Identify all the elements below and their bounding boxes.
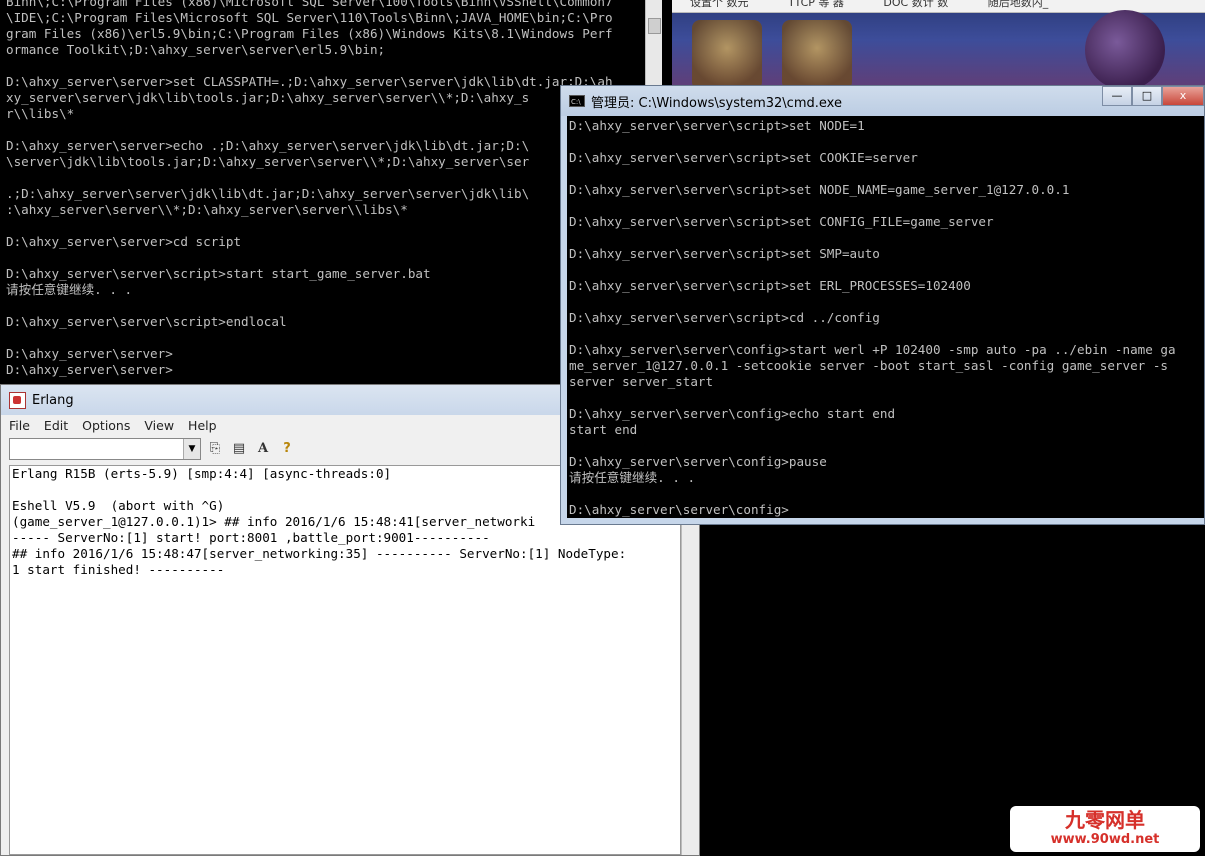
console-line: D:\ahxy_server\server\script>set SMP=aut… xyxy=(569,246,880,261)
active-cmd-window[interactable]: C:\ 管理员: C:\Windows\system32\cmd.exe — □… xyxy=(560,85,1205,525)
console-line: \server\jdk\lib\tools.jar;D:\ahxy_server… xyxy=(6,154,530,169)
console-line: me_server_1@127.0.0.1 -setcookie server … xyxy=(569,358,1168,373)
menu-help[interactable]: Help xyxy=(188,418,217,433)
console-line: D:\ahxy_server\server> xyxy=(6,346,173,361)
console-line: D:\ahxy_server\server\config>start werl … xyxy=(569,342,1176,357)
cmd-app-icon: C:\ xyxy=(569,95,585,107)
console-line: D:\ahxy_server\server>set CLASSPATH=.;D:… xyxy=(6,74,613,89)
console-line: D:\ahxy_server\server\config>pause xyxy=(569,454,827,469)
console-line: Eshell V5.9 (abort with ^G) xyxy=(12,498,225,513)
console-line: gram Files (x86)\erl5.9\bin;C:\Program F… xyxy=(6,26,613,41)
console-line: D:\ahxy_server\server\script>start start… xyxy=(6,266,431,281)
console-line: 请按任意键继续. . . xyxy=(6,282,133,297)
console-line: start end xyxy=(569,422,638,437)
watermark-title: 九零网单 xyxy=(1065,808,1145,832)
console-line: 1 start finished! ---------- xyxy=(12,562,225,577)
paste-icon[interactable]: ▤ xyxy=(229,439,249,459)
console-line: \IDE\;C:\Program Files\Microsoft SQL Ser… xyxy=(6,10,613,25)
console-line: D:\ahxy_server\server>echo .;D:\ahxy_ser… xyxy=(6,138,530,153)
console-line: D:\ahxy_server\server\config>echo start … xyxy=(569,406,896,421)
erlang-app-icon xyxy=(9,391,26,409)
wallpaper-decoration xyxy=(692,20,762,90)
cmd-console[interactable]: D:\ahxy_server\server\script>set NODE=1 D… xyxy=(567,116,1204,518)
menu-options[interactable]: Options xyxy=(82,418,130,433)
console-line: (game_server_1@127.0.0.1)1> ## info 2016… xyxy=(12,514,536,529)
console-line: D:\ahxy_server\server\script>set NODE_NA… xyxy=(569,182,1070,197)
help-icon[interactable]: ? xyxy=(277,439,297,459)
console-line: D:\ahxy_server\server\script>set COOKIE=… xyxy=(569,150,918,165)
console-line: Binn\;C:\Program Files (x86)\Microsoft S… xyxy=(6,0,613,9)
wallpaper-decoration xyxy=(1085,10,1165,90)
history-dropdown[interactable]: ▼ xyxy=(9,438,201,460)
window-controls: — □ x xyxy=(1102,86,1204,106)
console-line: D:\ahxy_server\server> xyxy=(6,362,173,377)
console-line: D:\ahxy_server\server\script>set NODE=1 xyxy=(569,118,865,133)
chevron-down-icon[interactable]: ▼ xyxy=(183,439,200,459)
copy-icon[interactable]: ⎘ xyxy=(205,439,225,459)
desktop-bar-item[interactable]: 设置个 数元 xyxy=(690,0,749,9)
background-cmd-output: Binn\;C:\Program Files (x86)\Microsoft S… xyxy=(6,0,613,378)
console-line: .;D:\ahxy_server\server\jdk\lib\dt.jar;D… xyxy=(6,186,530,201)
console-line: ## info 2016/1/6 15:48:47[server_network… xyxy=(12,546,627,561)
cmd-console-output: D:\ahxy_server\server\script>set NODE=1 D… xyxy=(569,118,1176,518)
console-line: ormance Toolkit\;D:\ahxy_server\server\e… xyxy=(6,42,386,57)
cmd-window-title: 管理员: C:\Windows\system32\cmd.exe xyxy=(591,95,842,111)
erlang-shell-text: Erlang R15B (erts-5.9) [smp:4:4] [async-… xyxy=(12,466,626,578)
font-icon[interactable]: A xyxy=(253,439,273,459)
console-line: D:\ahxy_server\server\config> xyxy=(569,502,789,517)
menu-view[interactable]: View xyxy=(144,418,174,433)
console-line: D:\ahxy_server\server\script>cd ../confi… xyxy=(569,310,880,325)
console-line: D:\ahxy_server\server\script>endlocal xyxy=(6,314,287,329)
menu-edit[interactable]: Edit xyxy=(44,418,68,433)
console-line: Erlang R15B (erts-5.9) [smp:4:4] [async-… xyxy=(12,466,392,481)
desktop-bar-item[interactable]: DOC 数计 数 xyxy=(883,0,948,9)
maximize-button[interactable]: □ xyxy=(1132,86,1162,106)
console-line: ----- ServerNo:[1] start! port:8001 ,bat… xyxy=(12,530,490,545)
watermark-logo: 九零网单 www.90wd.net xyxy=(1010,806,1200,852)
console-line: 请按任意键继续. . . xyxy=(569,470,696,485)
console-line: server server_start xyxy=(569,374,714,389)
desktop-bar-item[interactable]: TTCP 等 器 xyxy=(788,0,844,9)
console-line: D:\ahxy_server\server\script>set CONFIG_… xyxy=(569,214,994,229)
console-line: D:\ahxy_server\server>cd script xyxy=(6,234,242,249)
wallpaper-decoration xyxy=(782,20,852,90)
menu-file[interactable]: File xyxy=(9,418,30,433)
scroll-thumb[interactable] xyxy=(648,18,661,34)
close-button[interactable]: x xyxy=(1162,86,1204,106)
console-line: r\\libs\* xyxy=(6,106,75,121)
console-line: :\ahxy_server\server\\*;D:\ahxy_server\s… xyxy=(6,202,408,217)
minimize-button[interactable]: — xyxy=(1102,86,1132,106)
watermark-url: www.90wd.net xyxy=(1050,832,1160,847)
console-line: D:\ahxy_server\server\script>set ERL_PRO… xyxy=(569,278,971,293)
erlang-window-title: Erlang xyxy=(32,392,74,408)
desktop-bar-item[interactable]: 随后地数内_ xyxy=(988,0,1049,9)
console-line: xy_server\server\jdk\lib\tools.jar;D:\ah… xyxy=(6,90,530,105)
